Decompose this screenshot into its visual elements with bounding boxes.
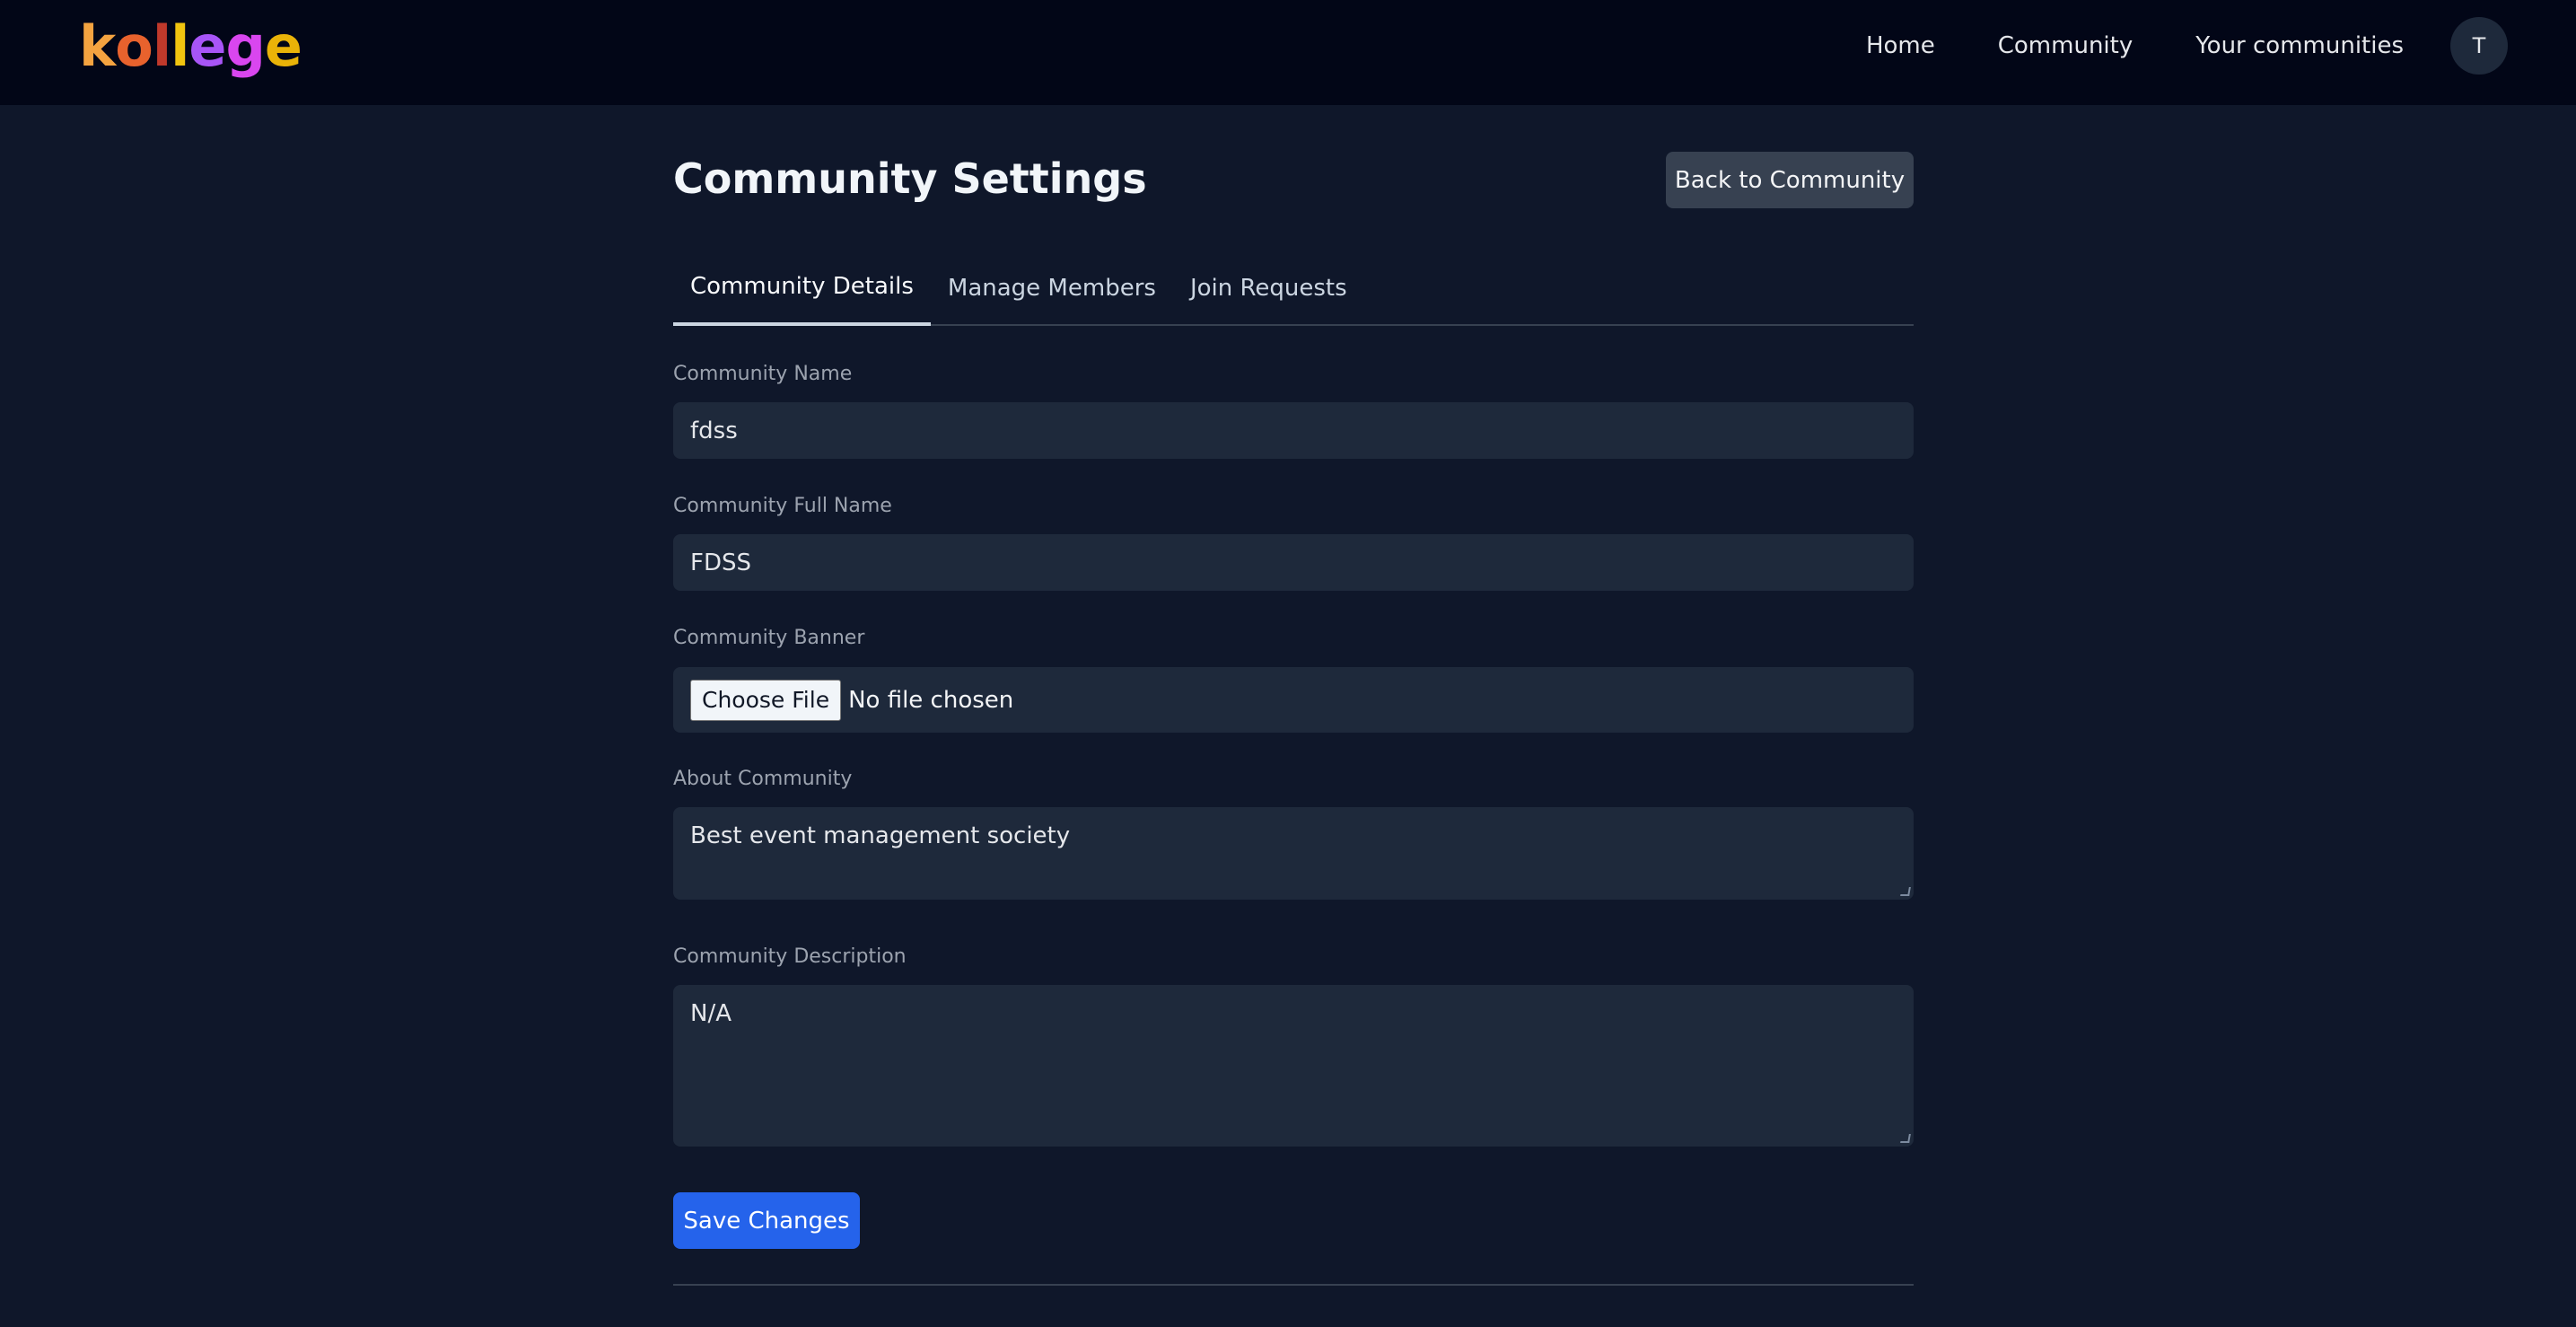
nav-community-link[interactable]: Community (1998, 32, 2133, 59)
community-banner-label: Community Banner (673, 627, 865, 649)
divider (673, 1284, 1914, 1286)
community-full-name-label: Community Full Name (673, 495, 892, 517)
logo-letter: o (115, 13, 153, 79)
logo-letter: g (225, 13, 265, 79)
back-to-community-button[interactable]: Back to Community (1666, 152, 1914, 208)
logo-letter: l (152, 13, 171, 79)
community-description-text: N/A (690, 1000, 732, 1027)
choose-file-button[interactable]: Choose File (690, 679, 842, 721)
nav-your-communities-link[interactable]: Your communities (2195, 32, 2404, 59)
tab-manage-members[interactable]: Manage Members (931, 250, 1173, 326)
about-community-text: Best event management society (690, 822, 1071, 849)
settings-tabs: Community Details Manage Members Join Re… (673, 250, 1914, 326)
logo-letter: k (79, 13, 116, 79)
community-banner-file-input[interactable]: Choose File No file chosen (673, 667, 1914, 733)
tab-join-requests[interactable]: Join Requests (1173, 250, 1364, 326)
resize-handle-icon[interactable] (1900, 887, 1911, 896)
community-name-label: Community Name (673, 363, 853, 385)
community-full-name-input[interactable]: FDSS (673, 534, 1914, 591)
main-nav: Home Community Your communities T (1866, 0, 2576, 91)
kollege-logo[interactable]: kollege (79, 13, 302, 81)
community-name-input[interactable]: fdss (673, 402, 1914, 459)
community-description-label: Community Description (673, 945, 907, 968)
community-description-textarea[interactable]: N/A (673, 985, 1914, 1147)
user-avatar[interactable]: T (2450, 16, 2508, 75)
about-community-textarea[interactable]: Best event management society (673, 807, 1914, 900)
save-changes-button[interactable]: Save Changes (673, 1192, 860, 1249)
resize-handle-icon[interactable] (1900, 1134, 1911, 1143)
top-navbar: kollege Home Community Your communities … (0, 0, 2576, 105)
nav-home-link[interactable]: Home (1866, 32, 1935, 59)
logo-letter: e (188, 13, 226, 79)
tab-community-details[interactable]: Community Details (673, 250, 931, 326)
logo-letter: e (264, 13, 302, 79)
file-status-text: No file chosen (848, 686, 1014, 714)
about-community-label: About Community (673, 768, 853, 790)
page-title: Community Settings (673, 154, 1147, 203)
logo-letter: l (171, 13, 189, 79)
